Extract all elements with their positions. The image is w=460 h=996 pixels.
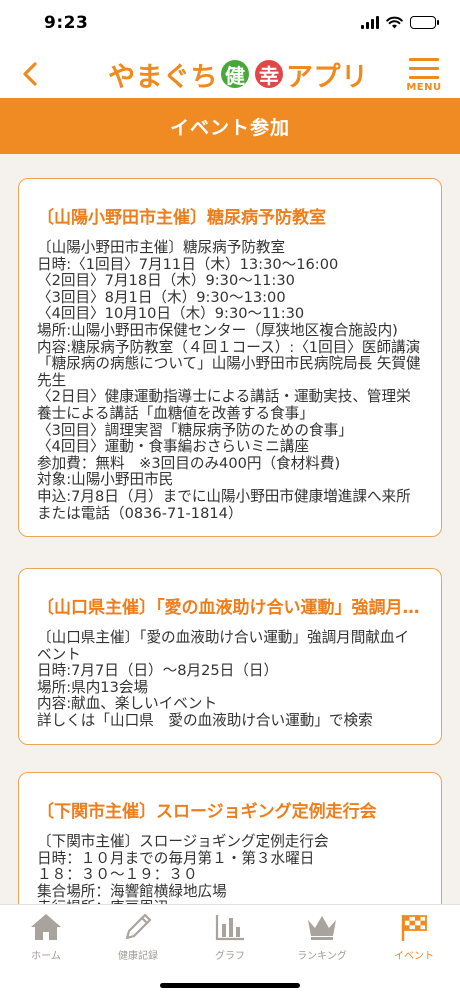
event-list[interactable]: 〔山陽小野田市主催〕糖尿病予防教室 〔山陽小野田市主催〕糖尿病予防教室 日時:〈…	[0, 154, 460, 904]
menu-label: MENU	[406, 82, 442, 93]
tab-label: グラフ	[215, 951, 245, 962]
event-card[interactable]: 〔山口県主催〕「愛の血液助け合い運動」強調月間献血イベント 〔山口県主催〕「愛の…	[18, 568, 442, 745]
event-description: 〔下関市主催〕スロージョギング定例走行会 日時：１０月までの毎月第１・第３水曜日…	[37, 833, 329, 904]
event-title: 〔山口県主催〕「愛の血液助け合い運動」強調月間献血イベント	[37, 598, 423, 618]
status-icons	[361, 16, 439, 29]
flag-icon	[398, 912, 430, 942]
event-title: 〔山陽小野田市主催〕糖尿病予防教室	[37, 208, 326, 228]
pencil-icon	[123, 912, 153, 942]
status-bar: 9:23	[0, 0, 460, 50]
tab-bar: ホーム 健康記録 グラフ ランキング イベント	[0, 904, 460, 996]
logo-text-left: やまぐち	[108, 61, 218, 93]
tab-label: 健康記録	[118, 951, 158, 962]
app-header: やまぐち 健 幸 アプリ MENU	[0, 50, 460, 98]
tab-label: ホーム	[31, 951, 61, 962]
back-button[interactable]	[10, 54, 50, 94]
event-card[interactable]: 〔下関市主催〕スロージョギング定例走行会 〔下関市主催〕スロージョギング定例走行…	[18, 772, 442, 904]
logo-text-right: アプリ	[286, 61, 369, 93]
tab-health-record[interactable]: 健康記録	[92, 905, 184, 965]
event-card[interactable]: 〔山陽小野田市主催〕糖尿病予防教室 〔山陽小野田市主催〕糖尿病予防教室 日時:〈…	[18, 178, 442, 538]
logo-badge-health: 健	[219, 58, 251, 90]
battery-icon	[410, 16, 439, 29]
app-logo: やまぐち 健 幸 アプリ	[108, 56, 369, 93]
crown-icon	[305, 912, 339, 942]
tab-home[interactable]: ホーム	[0, 905, 92, 965]
event-description: 〔山口県主催〕「愛の血液助け合い運動」強調月間献血イベント 日時:7月7日（日）…	[37, 629, 410, 729]
tab-event[interactable]: イベント	[368, 905, 460, 965]
hamburger-icon	[409, 58, 439, 85]
bar-chart-icon	[214, 912, 246, 942]
chevron-left-icon	[23, 62, 37, 86]
page-title: イベント参加	[169, 116, 290, 139]
status-time: 9:23	[44, 13, 89, 33]
signal-icon	[361, 16, 379, 29]
tab-label: ランキング	[297, 951, 347, 962]
menu-button[interactable]: MENU	[402, 54, 446, 96]
tab-label: イベント	[394, 951, 434, 962]
tab-graph[interactable]: グラフ	[184, 905, 276, 965]
page-title-bar: イベント参加	[0, 98, 460, 154]
event-description: 〔山陽小野田市主催〕糖尿病予防教室 日時:〈1回目〉7月11日（木）13:30〜…	[37, 239, 421, 522]
home-icon	[29, 912, 63, 942]
home-indicator	[160, 983, 300, 988]
event-title: 〔下関市主催〕スロージョギング定例走行会	[37, 802, 377, 822]
logo-badge-happiness: 幸	[253, 58, 285, 90]
wifi-icon	[386, 16, 403, 29]
tab-ranking[interactable]: ランキング	[276, 905, 368, 965]
